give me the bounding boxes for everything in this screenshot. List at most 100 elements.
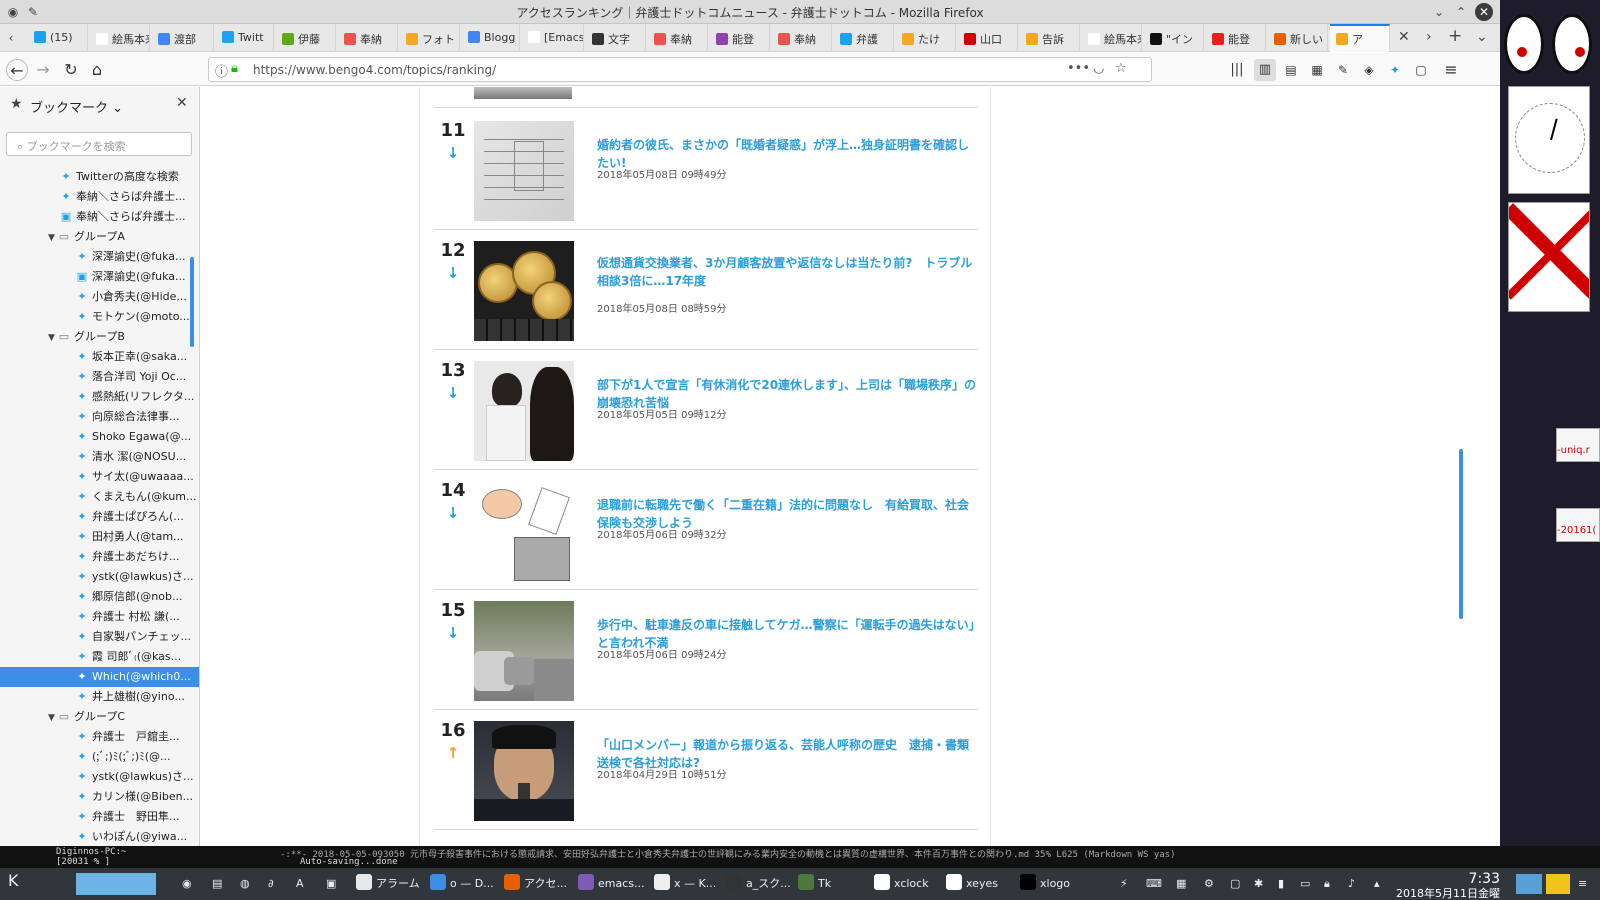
tab[interactable]: 弁護 [834, 24, 894, 52]
article-thumbnail[interactable] [474, 361, 574, 461]
tab[interactable]: Twitt [216, 24, 274, 52]
background-window-snippet[interactable]: -20161( [1556, 508, 1600, 542]
bookmark-folder[interactable]: ▼ ▭ グループC [0, 707, 199, 727]
taskbar-item[interactable]: xlogo [1020, 874, 1070, 894]
extension-icon[interactable]: ◈ [1358, 59, 1380, 81]
taskbar-item[interactable]: emacs... [578, 874, 645, 894]
edit-extension-icon[interactable]: ✎ [1332, 59, 1354, 81]
tab[interactable]: たけ [896, 24, 956, 52]
collapse-icon[interactable]: ▼ [48, 708, 58, 727]
sidebar-toggle-icon[interactable]: ▥ [1254, 59, 1276, 81]
close-sidebar-icon[interactable]: ✕ [176, 95, 188, 111]
bookmark-item[interactable]: ▣ 奉納＼さらば弁護士... [0, 207, 199, 227]
taskbar-item[interactable]: アクセ... [504, 874, 567, 894]
collapse-icon[interactable]: ▼ [48, 228, 58, 247]
tab[interactable]: (15) [28, 24, 88, 52]
bookmark-item[interactable]: ✦ 弁護士 村松 謙(... [0, 607, 199, 627]
article-thumbnail[interactable] [474, 241, 574, 341]
taskbar-item[interactable]: xclock [874, 874, 929, 894]
tab[interactable]: [Emacs] [522, 24, 584, 52]
bookmark-item[interactable]: ✦ サイ太(@uwaaaa... [0, 467, 199, 487]
tab[interactable]: ア [1330, 24, 1390, 52]
taskbar-item[interactable]: Tk [798, 874, 831, 894]
pocket-icon[interactable]: ◡ [1093, 61, 1104, 76]
virtual-desktop-pager[interactable] [76, 873, 156, 895]
xclock-window[interactable] [1508, 86, 1590, 194]
display-icon[interactable]: ▭ [1300, 874, 1310, 894]
bookmark-item[interactable]: ✦ くまえもん(@kum... [0, 487, 199, 507]
bookmark-item[interactable]: ✦ 弁護士あだちけ... [0, 547, 199, 567]
kde-launcher-icon[interactable]: K [8, 871, 19, 891]
page-scrollbar[interactable] [1459, 449, 1463, 619]
notes-icon[interactable] [1546, 874, 1570, 894]
show-desktop-icon[interactable] [1516, 874, 1542, 894]
home-button[interactable]: ⌂ [86, 59, 108, 81]
emacs-launcher-icon[interactable]: ∂ [268, 874, 274, 894]
bookmark-item[interactable]: ✦ 奉納＼さらば弁護士... [0, 187, 199, 207]
taskbar-item[interactable]: アラーム [356, 874, 420, 894]
taskbar-clock[interactable]: 7:33 2018年5月11日金曜日 [1392, 871, 1500, 900]
article-headline-link[interactable]: 仮想通貨交換業者、3か月顧客放置や返信なしは当たり前? トラブル相談3倍に…17… [597, 254, 977, 290]
lock-icon[interactable]: 🔒︎ [231, 61, 238, 76]
forward-button[interactable]: → [32, 59, 54, 81]
twitter-extension-icon[interactable]: ✦ [1384, 59, 1406, 81]
bookmark-item[interactable]: ✦ Twitterの高度な検索 [0, 167, 199, 187]
tab[interactable]: 渡部 [152, 24, 214, 52]
tab[interactable]: 奉納 [772, 24, 832, 52]
bookmark-item[interactable]: ✦ モトケン(@moto... [0, 307, 199, 327]
collapse-icon[interactable]: ▼ [48, 328, 58, 347]
tab[interactable]: Blogg [462, 24, 520, 52]
bookmark-star-icon[interactable]: ☆ [1115, 61, 1127, 76]
terminal-strip[interactable]: Diginnos-PC:~ [20031 % ] -:**- 2018-05-0… [0, 846, 1600, 868]
bookmark-item[interactable]: ✦ 弁護士 戸舘圭... [0, 727, 199, 747]
tab[interactable]: 奉納 [648, 24, 708, 52]
taskbar-item[interactable]: a_スク... [726, 874, 791, 894]
taskbar-item[interactable]: x — K... [654, 874, 716, 894]
bookmark-search-input[interactable]: ⌕ ブックマークを検索 [6, 132, 192, 156]
panel-menu-icon[interactable]: ≡ [1578, 874, 1587, 894]
bookmark-item[interactable]: ✦ 田村勇人(@tam... [0, 527, 199, 547]
background-window-snippet[interactable]: -uniq.r [1556, 428, 1600, 462]
bookmark-item[interactable]: ✦ 弁護士 野田隼... [0, 807, 199, 827]
article-thumbnail[interactable] [474, 721, 574, 821]
bookmark-item[interactable]: ✦ 感熱紙(リフレクタ... [0, 387, 199, 407]
network-icon[interactable]: ⚡ [1120, 874, 1128, 894]
previous-article-thumbnail[interactable] [474, 87, 572, 99]
list-tabs-icon[interactable]: ⌄ [1476, 29, 1488, 45]
clipboard-tray-icon[interactable]: ▢ [1230, 874, 1240, 894]
bookmark-item[interactable]: ✦ 清水 潔(@NOSU... [0, 447, 199, 467]
bookmark-item[interactable]: ✦ 小倉秀夫(@Hide... [0, 287, 199, 307]
files-launcher-icon[interactable]: ▤ [212, 874, 222, 894]
bookmark-item[interactable]: ✦ 井上雄樹(@yino... [0, 687, 199, 707]
bookmark-item[interactable]: ✦ 自家製パンチェッ... [0, 627, 199, 647]
sidebar-title[interactable]: ブックマーク [30, 101, 108, 116]
title-bar[interactable]: ◉ ✎ アクセスランキング｜弁護士ドットコムニュース - 弁護士ドットコム - … [0, 0, 1500, 24]
minimize-button[interactable]: ⌄ [1430, 3, 1448, 21]
terminal-launcher-icon[interactable]: ▣ [326, 874, 336, 894]
firefox-launcher-icon[interactable]: ◉ [182, 874, 192, 894]
bookmark-folder[interactable]: ▼ ▭ グループA [0, 227, 199, 247]
volume-icon[interactable]: ♪ [1348, 874, 1355, 894]
bookmark-item[interactable]: ✦ 霞 司郎ﾞ₍(@kas... [0, 647, 199, 667]
tab[interactable]: 能登 [1206, 24, 1266, 52]
bookmark-item[interactable]: ✦ カリン様(@Biben... [0, 787, 199, 807]
bookmark-item[interactable]: ✦ Which(@which0... [0, 667, 199, 687]
bookmark-item[interactable]: ✦ 向原総合法律事... [0, 407, 199, 427]
info-icon[interactable]: ⓘ [215, 61, 228, 80]
tab[interactable]: "イン [1144, 24, 1204, 52]
bookmark-folder[interactable]: ▼ ▭ グループB [0, 327, 199, 347]
page-actions-icon[interactable]: ••• [1067, 61, 1090, 76]
taskbar-item[interactable]: o — D... [430, 874, 494, 894]
expand-tray-icon[interactable]: ▴ [1374, 874, 1380, 894]
tab[interactable]: 能登 [710, 24, 770, 52]
bookmark-item[interactable]: ▣ 深澤諭史(@fuka... [0, 267, 199, 287]
scroll-tabs-left-icon[interactable]: ‹ [2, 29, 20, 47]
extension-grid-icon[interactable]: ▦ [1306, 59, 1328, 81]
library-icon[interactable]: ||| [1226, 59, 1248, 81]
reader-icon[interactable]: ▤ [1280, 59, 1302, 81]
bookmark-item[interactable]: ✦ 深澤諭史(@fuka... [0, 247, 199, 267]
taskbar-item[interactable]: xeyes [946, 874, 998, 894]
maximize-button[interactable]: ⌃ [1452, 3, 1470, 21]
sidebar-title-dropdown[interactable]: ブックマーク ⌄ [30, 97, 123, 116]
ranking-row[interactable]: 12 ↓ 仮想通貨交換業者、3か月顧客放置や返信なしは当たり前? トラブル相談3倍に… [434, 228, 978, 350]
